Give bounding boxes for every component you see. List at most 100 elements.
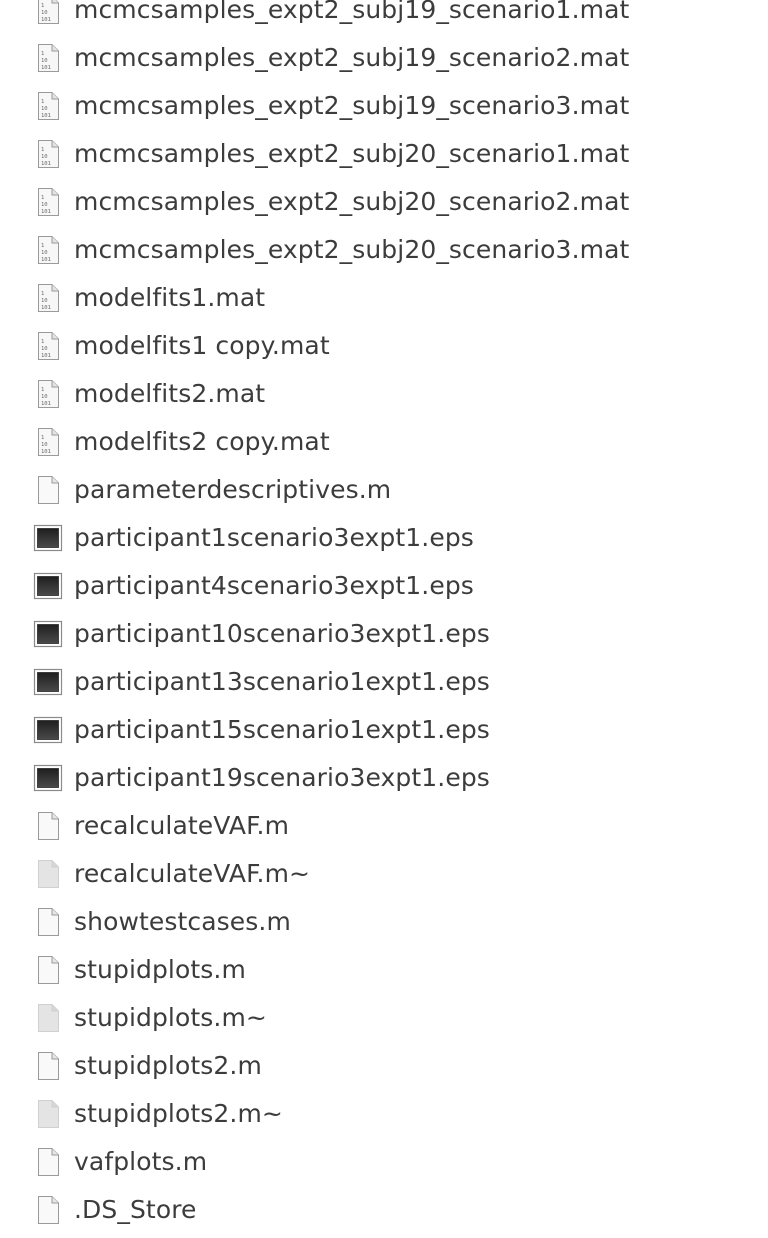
text-file-icon	[33, 810, 63, 842]
file-item[interactable]: vafplots.m	[0, 1138, 768, 1186]
file-item[interactable]: 1 10 101 modelfits2 copy.mat	[0, 418, 768, 466]
binary-file-icon: 1 10 101	[33, 282, 63, 314]
file-name[interactable]: parameterdescriptives.m	[74, 475, 391, 504]
svg-text:101: 101	[41, 401, 51, 407]
file-item[interactable]: participant10scenario3expt1.eps	[0, 610, 768, 658]
svg-text:10: 10	[41, 106, 48, 112]
file-item[interactable]: 1 10 101 mcmcsamples_expt2_subj19_scenario1…	[0, 0, 768, 34]
svg-text:10: 10	[41, 298, 48, 304]
file-name[interactable]: stupidplots.m~	[74, 1003, 267, 1032]
file-name[interactable]: recalculateVAF.m	[74, 811, 289, 840]
file-item[interactable]: parameterdescriptives.m	[0, 466, 768, 514]
file-name[interactable]: modelfits1.mat	[74, 283, 265, 312]
file-item[interactable]: 1 10 101 modelfits1.mat	[0, 274, 768, 322]
text-file-icon	[33, 1146, 63, 1178]
image-file-icon	[33, 762, 63, 794]
file-item[interactable]: stupidplots2.m	[0, 1042, 768, 1090]
file-name[interactable]: recalculateVAF.m~	[74, 859, 310, 888]
image-file-icon	[33, 714, 63, 746]
file-name[interactable]: .DS_Store	[74, 1195, 197, 1224]
svg-text:1: 1	[41, 291, 44, 297]
svg-text:1: 1	[41, 99, 44, 105]
file-name[interactable]: modelfits1 copy.mat	[74, 331, 330, 360]
file-item[interactable]: participant15scenario1expt1.eps	[0, 706, 768, 754]
file-item[interactable]: participant13scenario1expt1.eps	[0, 658, 768, 706]
file-name[interactable]: mcmcsamples_expt2_subj20_scenario1.mat	[74, 139, 629, 168]
svg-text:1: 1	[41, 243, 44, 249]
file-name[interactable]: participant4scenario3expt1.eps	[74, 571, 474, 600]
svg-text:101: 101	[41, 449, 51, 455]
svg-text:101: 101	[41, 209, 51, 215]
svg-text:1: 1	[41, 387, 44, 393]
file-name[interactable]: participant10scenario3expt1.eps	[74, 619, 490, 648]
file-item[interactable]: 1 10 101 mcmcsamples_expt2_subj19_scenario2…	[0, 34, 768, 82]
svg-text:101: 101	[41, 17, 51, 23]
file-item[interactable]: participant4scenario3expt1.eps	[0, 562, 768, 610]
text-file-icon	[33, 1050, 63, 1082]
file-item[interactable]: participant19scenario3expt1.eps	[0, 754, 768, 802]
binary-file-icon: 1 10 101	[33, 186, 63, 218]
image-file-icon	[33, 522, 63, 554]
svg-text:101: 101	[41, 65, 51, 71]
backup-file-icon	[33, 858, 63, 890]
file-item[interactable]: showtestcases.m	[0, 898, 768, 946]
file-name[interactable]: mcmcsamples_expt2_subj19_scenario3.mat	[74, 91, 629, 120]
svg-text:10: 10	[41, 250, 48, 256]
file-name[interactable]: stupidplots2.m~	[74, 1099, 283, 1128]
image-file-icon	[33, 618, 63, 650]
file-item[interactable]: stupidplots.m	[0, 946, 768, 994]
svg-text:10: 10	[41, 394, 48, 400]
binary-file-icon: 1 10 101	[33, 426, 63, 458]
file-name[interactable]: stupidplots.m	[74, 955, 246, 984]
binary-file-icon: 1 10 101	[33, 234, 63, 266]
file-item[interactable]: 1 10 101 mcmcsamples_expt2_subj20_scenario1…	[0, 130, 768, 178]
file-item[interactable]: 1 10 101 modelfits2.mat	[0, 370, 768, 418]
binary-file-icon: 1 10 101	[33, 330, 63, 362]
file-item[interactable]: 1 10 101 mcmcsamples_expt2_subj20_scenario2…	[0, 178, 768, 226]
binary-file-icon: 1 10 101	[33, 42, 63, 74]
binary-file-icon: 1 10 101	[33, 378, 63, 410]
svg-text:10: 10	[41, 346, 48, 352]
image-file-icon	[33, 570, 63, 602]
file-name[interactable]: stupidplots2.m	[74, 1051, 262, 1080]
file-item[interactable]: recalculateVAF.m~	[0, 850, 768, 898]
svg-text:101: 101	[41, 305, 51, 311]
file-item[interactable]: 1 10 101 mcmcsamples_expt2_subj19_scenario3…	[0, 82, 768, 130]
file-name[interactable]: showtestcases.m	[74, 907, 291, 936]
file-name[interactable]: modelfits2.mat	[74, 379, 265, 408]
file-item[interactable]: stupidplots.m~	[0, 994, 768, 1042]
svg-text:10: 10	[41, 154, 48, 160]
svg-text:1: 1	[41, 3, 44, 9]
file-item[interactable]: 1 10 101 modelfits1 copy.mat	[0, 322, 768, 370]
svg-text:10: 10	[41, 442, 48, 448]
file-name[interactable]: mcmcsamples_expt2_subj20_scenario2.mat	[74, 187, 629, 216]
file-item[interactable]: participant1scenario3expt1.eps	[0, 514, 768, 562]
file-name[interactable]: participant13scenario1expt1.eps	[74, 667, 490, 696]
text-file-icon	[33, 954, 63, 986]
file-item[interactable]: .DS_Store	[0, 1186, 768, 1234]
file-name[interactable]: mcmcsamples_expt2_subj19_scenario2.mat	[74, 43, 629, 72]
svg-text:101: 101	[41, 161, 51, 167]
file-name[interactable]: mcmcsamples_expt2_subj19_scenario1.mat	[74, 0, 629, 24]
file-item[interactable]: recalculateVAF.m	[0, 802, 768, 850]
file-name[interactable]: participant19scenario3expt1.eps	[74, 763, 490, 792]
file-item[interactable]: stupidplots2.m~	[0, 1090, 768, 1138]
text-file-icon	[33, 474, 63, 506]
svg-text:1: 1	[41, 339, 44, 345]
file-name[interactable]: modelfits2 copy.mat	[74, 427, 330, 456]
binary-file-icon: 1 10 101	[33, 90, 63, 122]
file-name[interactable]: mcmcsamples_expt2_subj20_scenario3.mat	[74, 235, 629, 264]
file-name[interactable]: participant15scenario1expt1.eps	[74, 715, 490, 744]
svg-text:1: 1	[41, 435, 44, 441]
backup-file-icon	[33, 1002, 63, 1034]
svg-text:10: 10	[41, 58, 48, 64]
svg-text:101: 101	[41, 353, 51, 359]
svg-text:101: 101	[41, 113, 51, 119]
file-item[interactable]: 1 10 101 mcmcsamples_expt2_subj20_scenario3…	[0, 226, 768, 274]
file-name[interactable]: participant1scenario3expt1.eps	[74, 523, 474, 552]
file-list: 1 10 101 mcmcsamples_expt2_subj19_scenario1…	[0, 0, 768, 1234]
text-file-icon	[33, 1194, 63, 1226]
image-file-icon	[33, 666, 63, 698]
binary-file-icon: 1 10 101	[33, 138, 63, 170]
file-name[interactable]: vafplots.m	[74, 1147, 207, 1176]
